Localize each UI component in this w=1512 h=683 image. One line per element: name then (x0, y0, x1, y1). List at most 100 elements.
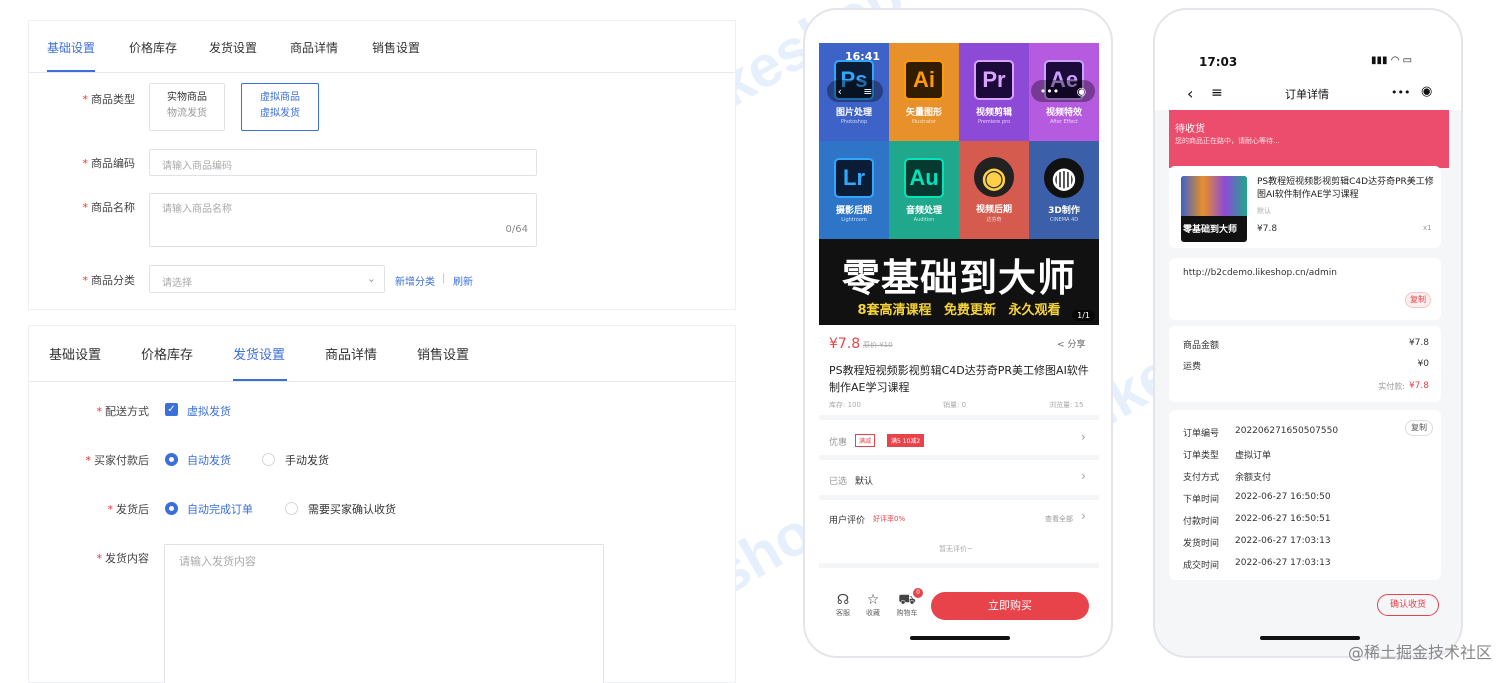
status-time: 17:03 (1199, 55, 1238, 69)
app-tile: Lr 摄影后期 Lightroom (819, 141, 889, 239)
auto-ship-radio[interactable] (165, 453, 178, 466)
sales-count: 销量: 0 (943, 401, 967, 409)
goods-code-label: * 商品编码 (82, 157, 136, 170)
close-circle-icon: ◉ (1076, 84, 1087, 98)
form-tabs: 基础设置 价格库存 发货设置 商品详情 销售设置 (29, 326, 735, 382)
cinema4d-icon: ◍ (1044, 157, 1084, 198)
miniapp-capsule[interactable]: ••• ◉ (1031, 80, 1095, 102)
order-info-key: 付款时间 (1183, 517, 1220, 527)
add-category-link[interactable]: 新增分类 (395, 273, 435, 288)
status-time: 16:41 (845, 50, 881, 63)
placeholder: 请输入商品编码 (162, 161, 232, 172)
goods-category-select[interactable]: 请选择 ⌄ (149, 265, 385, 293)
tab-sales[interactable]: 销售设置 (417, 344, 469, 363)
tile-caption: 图片处理 (835, 107, 872, 118)
headset-icon: ☊ (836, 592, 850, 608)
active-tab-indicator (47, 70, 95, 72)
stock-count: 库存: 100 (829, 401, 861, 409)
customer-service-button[interactable]: ☊ 客服 (831, 592, 855, 618)
buy-now-button[interactable]: 立即购买 (931, 592, 1089, 620)
freight-label: 运费 (1183, 362, 1202, 372)
order-info-key: 支付方式 (1183, 473, 1220, 483)
tile-subcaption: After Effect (1050, 118, 1078, 125)
favorite-button[interactable]: ☆ 收藏 (861, 592, 885, 618)
goods-form-shipping: 基础设置 价格库存 发货设置 商品详情 销售设置 * 配送方式 ✓ 虚拟发货 * 买… (28, 325, 736, 683)
tab-basic[interactable]: 基础设置 (49, 344, 101, 363)
item-spec: 默认 (1257, 207, 1271, 215)
banner-subline: 8套高清课程 免费更新 永久观看 (857, 303, 1061, 318)
confirm-receipt-button[interactable]: 确认收货 (1377, 594, 1439, 616)
premiere-icon: Pr (974, 59, 1014, 100)
tab-price-stock[interactable]: 价格库存 (141, 344, 193, 363)
goods-form-basic: 基础设置 价格库存 发货设置 商品详情 销售设置 * 商品类型 实物商品 物流发货… (28, 20, 736, 310)
buyer-confirm-label: 需要买家确认收货 (308, 503, 396, 516)
selected-value: 默认 (855, 477, 874, 487)
manual-ship-radio[interactable] (262, 453, 275, 466)
back-home-capsule[interactable]: ‹ ≡ (827, 80, 883, 102)
product-detail-phone: Ps 图片处理 Photoshop Ai 矢量图形 Illustrator Pr… (803, 8, 1113, 658)
order-status-desc: 您的商品正在路中，请耐心等待... (1175, 137, 1280, 145)
more-icon[interactable]: ••• (1391, 86, 1410, 99)
order-info-value: 余额支付 (1235, 473, 1272, 483)
tab-basic[interactable]: 基础设置 (47, 39, 95, 56)
back-icon[interactable]: ‹ (1187, 84, 1193, 103)
order-info-key: 成交时间 (1183, 561, 1220, 571)
order-info-key: 订单编号 (1183, 429, 1220, 439)
image-pager: 1/1 (1072, 310, 1095, 321)
goods-type-physical[interactable]: 实物商品 物流发货 (149, 83, 225, 131)
active-tab-indicator (233, 379, 287, 381)
goods-category-label: * 商品分类 (82, 274, 136, 287)
app-tile: Au 音频处理 Audition (889, 141, 959, 239)
star-icon: ☆ (866, 592, 880, 608)
divider (819, 455, 1099, 460)
item-qty: x1 (1423, 224, 1432, 232)
product-price: ¥7.8 (829, 336, 861, 352)
goods-name-label: * 商品名称 (82, 201, 136, 214)
order-status: 待收货 (1175, 124, 1205, 135)
product-title: PS教程短视频影视剪辑C4D达芬奇PR美工修图AI软件制作AE学习课程 (829, 364, 1089, 394)
selected-label: 已选 (829, 477, 848, 487)
tab-shipping[interactable]: 发货设置 (209, 39, 257, 56)
refresh-link[interactable]: 刷新 (453, 273, 473, 288)
status-icons: ▮▮▮ ◠ ▭ (1371, 55, 1413, 66)
goods-name-input[interactable]: 请输入商品名称 0/64 (149, 193, 537, 247)
virtual-delivery-checkbox[interactable]: ✓ (165, 403, 178, 416)
tile-caption: 3D制作 (1048, 205, 1080, 216)
review-rate: 好评率0% (873, 515, 906, 523)
auto-complete-radio[interactable] (165, 502, 178, 515)
order-info-value: 2022-06-27 17:03:13 (1235, 558, 1331, 568)
course-banner: 零基础到大师 8套高清课程 免费更新 永久观看 1/1 (819, 239, 1099, 325)
tile-subcaption: 达芬奇 (986, 217, 1002, 223)
delivery-url: http://b2cdemo.likeshop.cn/admin (1183, 268, 1337, 278)
placeholder: 请选择 (162, 278, 192, 289)
tab-sales[interactable]: 销售设置 (372, 39, 420, 56)
goods-type-virtual[interactable]: 虚拟商品 虚拟发货 (241, 83, 319, 131)
nav-label: 客服 (836, 609, 850, 617)
copy-url-button[interactable]: 复制 (1405, 292, 1431, 308)
tab-detail[interactable]: 商品详情 (325, 344, 377, 363)
order-info-key: 发货时间 (1183, 539, 1220, 549)
tile-caption: 摄影后期 (835, 205, 872, 216)
tab-detail[interactable]: 商品详情 (290, 39, 338, 56)
order-info-value: 2022-06-27 17:03:13 (1235, 536, 1331, 546)
page-title: 订单详情 (1285, 88, 1329, 101)
order-detail-phone: 17:03 ▮▮▮ ◠ ▭ ‹ ≡ 订单详情 ••• ◉ 待收货 您的商品正在路… (1153, 8, 1463, 658)
goods-amount: ¥7.8 (1408, 338, 1429, 348)
goods-code-input[interactable]: 请输入商品编码 (149, 149, 537, 176)
copy-order-no-button[interactable]: 复制 (1405, 420, 1433, 436)
delivery-content-card: http://b2cdemo.likeshop.cn/admin 复制 (1169, 258, 1441, 320)
tab-shipping[interactable]: 发货设置 (233, 344, 285, 363)
manual-ship-label: 手动发货 (285, 454, 329, 467)
share-button[interactable]: < 分享 (1057, 337, 1085, 350)
shipping-content-label: * 发货内容 (96, 552, 150, 565)
tile-caption: 视频剪辑 (975, 107, 1012, 118)
order-item-card[interactable]: 零基础到大师 PS教程短视频影视剪辑C4D达芬奇PR美工修图AI软件制作AE学习… (1169, 166, 1441, 248)
chevron-down-icon: ⌄ (366, 272, 376, 285)
chevron-right-icon: › (1081, 469, 1086, 483)
shipping-content-textarea[interactable]: 请输入发货内容 (164, 544, 604, 683)
paid-amount: ¥7.8 (1408, 381, 1429, 391)
buyer-confirm-radio[interactable] (285, 502, 298, 515)
close-circle-icon[interactable]: ◉ (1421, 84, 1432, 99)
tab-price-stock[interactable]: 价格库存 (129, 39, 177, 56)
menu-icon[interactable]: ≡ (1211, 85, 1223, 101)
